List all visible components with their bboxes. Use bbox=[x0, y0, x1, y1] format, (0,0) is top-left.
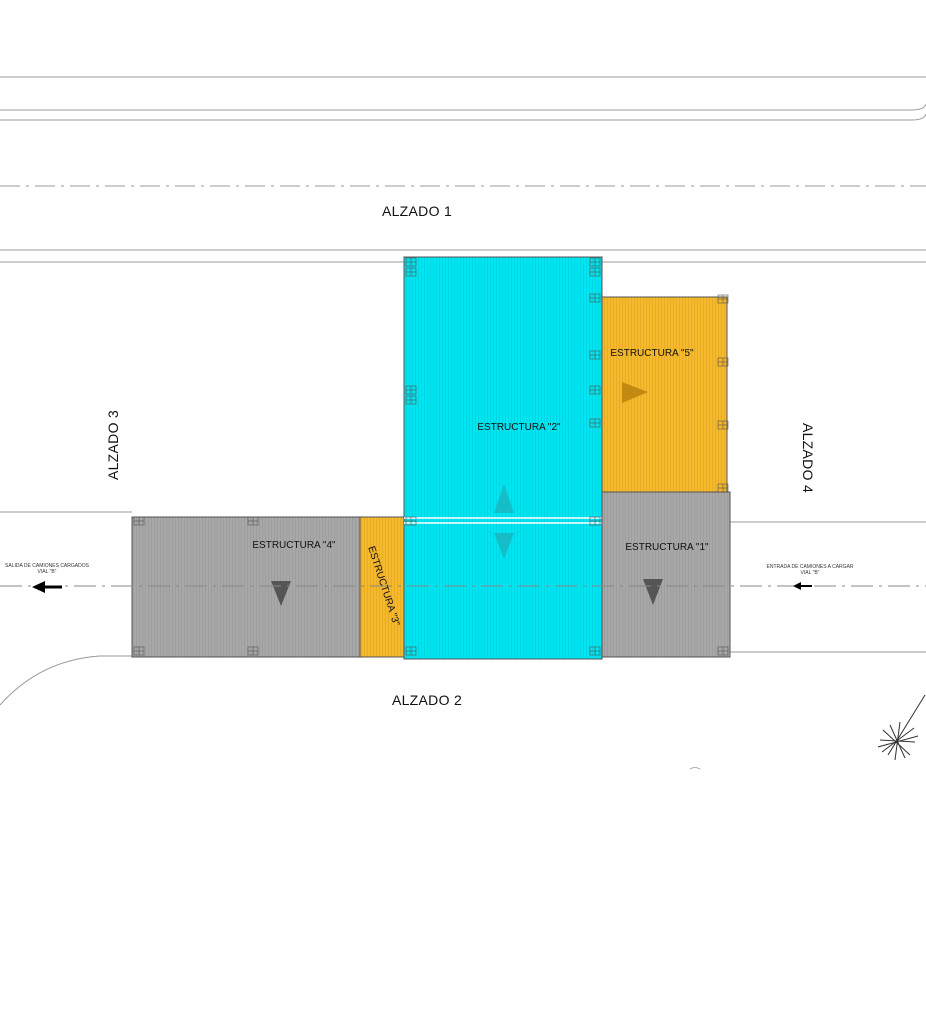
structure-label-2: ESTRUCTURA "2" bbox=[477, 422, 561, 433]
structure-label-1: ESTRUCTURA "1" bbox=[625, 542, 709, 553]
entry-road-name: VIAL "B" bbox=[801, 570, 820, 576]
structure-1 bbox=[601, 491, 731, 658]
small-mark bbox=[689, 767, 701, 770]
site-plan-drawing: ALZADO 1 ALZADO 2 ALZADO 3 ALZADO 4 ESTR… bbox=[0, 76, 926, 770]
structure-4 bbox=[131, 516, 361, 658]
exit-road-name: VIAL "B" bbox=[38, 569, 57, 575]
structure-2 bbox=[403, 256, 603, 660]
left-road bbox=[0, 511, 132, 706]
top-road bbox=[0, 76, 926, 121]
left-arrow-icon bbox=[793, 582, 801, 590]
elevation-label-1: ALZADO 1 bbox=[382, 203, 452, 219]
entry-direction-arrow bbox=[793, 582, 812, 590]
north-arrow-icon bbox=[877, 694, 926, 761]
elevation-label-4: ALZADO 4 bbox=[800, 423, 816, 493]
right-road bbox=[730, 521, 926, 653]
structure-label-4: ESTRUCTURA "4" bbox=[252, 540, 336, 551]
exit-direction-arrow bbox=[32, 581, 62, 593]
structure-5 bbox=[601, 294, 729, 493]
structure-label-5: ESTRUCTURA "5" bbox=[610, 348, 694, 359]
elevation-label-2: ALZADO 2 bbox=[392, 692, 462, 708]
elevation-label-3: ALZADO 3 bbox=[105, 410, 121, 480]
left-arrow-icon bbox=[32, 581, 45, 593]
